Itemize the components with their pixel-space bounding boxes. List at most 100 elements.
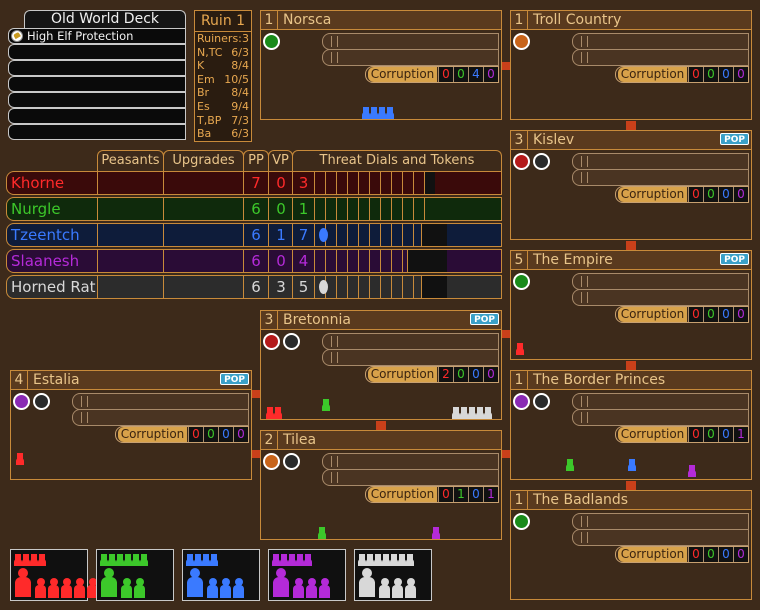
region-troll-country[interactable]: 1 Troll Country Corruption 0 0 0 0	[510, 10, 752, 120]
khorne-cultist-figure[interactable]	[266, 407, 274, 419]
card-slot[interactable]	[322, 453, 499, 470]
region-bretonnia[interactable]: 3 Bretonnia POP Corruption 2 0 0 0	[260, 310, 502, 420]
nurgle-cultist-figure[interactable]	[322, 399, 330, 411]
card-slot[interactable]	[72, 393, 249, 410]
reserve-warrior[interactable]	[134, 578, 145, 598]
reserve-cultist[interactable]	[124, 554, 132, 566]
nurgle-cultist-figure[interactable]	[318, 527, 326, 539]
player-row-tzeentch[interactable]: Tzeentch 6 1 7	[6, 223, 502, 247]
card-slot[interactable]	[572, 513, 749, 530]
deck-card[interactable]	[8, 124, 186, 140]
reserve-warrior[interactable]	[233, 578, 244, 598]
slaanesh-reserve-pool[interactable]	[268, 549, 346, 601]
region-token-icon[interactable]	[263, 453, 280, 470]
reserve-warrior[interactable]	[405, 578, 416, 598]
region-token-icon[interactable]	[513, 273, 530, 290]
card-slot[interactable]	[572, 49, 749, 66]
card-slot[interactable]	[572, 289, 749, 306]
region-token-icon[interactable]	[283, 453, 300, 470]
reserve-greater-demon[interactable]	[273, 568, 289, 598]
khorne-cultist-figure[interactable]	[16, 453, 24, 465]
slaanesh-cultist-figure[interactable]	[432, 527, 440, 539]
reserve-warrior[interactable]	[392, 578, 403, 598]
region-token-icon[interactable]	[263, 33, 280, 50]
tzeentch-cultist-figure[interactable]	[362, 107, 370, 119]
reserve-warrior[interactable]	[379, 578, 390, 598]
reserve-cultist[interactable]	[390, 554, 398, 566]
tzeentch-cultist-figure[interactable]	[628, 459, 636, 471]
khorne-cultist-figure[interactable]	[516, 343, 524, 355]
threat-token[interactable]	[319, 280, 328, 294]
region-token-icon[interactable]	[263, 333, 280, 350]
region-norsca[interactable]: 1 Norsca Corruption 0 0 4 0	[260, 10, 502, 120]
card-slot[interactable]	[572, 409, 749, 426]
reserve-cultist[interactable]	[100, 554, 108, 566]
region-token-icon[interactable]	[283, 333, 300, 350]
reserve-warrior[interactable]	[61, 578, 72, 598]
reserve-warrior[interactable]	[207, 578, 218, 598]
horned-rat-cultist-figure[interactable]	[468, 407, 476, 419]
card-slot[interactable]	[572, 153, 749, 170]
khorne-cultist-figure[interactable]	[274, 407, 282, 419]
card-slot[interactable]	[322, 33, 499, 50]
card-slot[interactable]	[572, 169, 749, 186]
reserve-cultist[interactable]	[194, 554, 202, 566]
card-slot[interactable]	[322, 349, 499, 366]
reserve-warrior[interactable]	[306, 578, 317, 598]
reserve-greater-demon[interactable]	[15, 568, 31, 598]
reserve-cultist[interactable]	[202, 554, 210, 566]
region-the-border-princes[interactable]: 1 The Border Princes Corruption 0 0 0 1	[510, 370, 752, 480]
player-row-khorne[interactable]: Khorne 7 0 3	[6, 171, 502, 195]
player-row-nurgle[interactable]: Nurgle 6 0 1	[6, 197, 502, 221]
reserve-cultist[interactable]	[14, 554, 22, 566]
reserve-cultist[interactable]	[140, 554, 148, 566]
deck-card[interactable]	[8, 92, 186, 108]
reserve-cultist[interactable]	[374, 554, 382, 566]
region-kislev[interactable]: 3 Kislev POP Corruption 0 0 0 0	[510, 130, 752, 240]
reserve-cultist[interactable]	[398, 554, 406, 566]
card-slot[interactable]	[572, 33, 749, 50]
reserve-cultist[interactable]	[186, 554, 194, 566]
horned-rat-cultist-figure[interactable]	[476, 407, 484, 419]
card-slot[interactable]	[72, 409, 249, 426]
reserve-cultist[interactable]	[304, 554, 312, 566]
nurgle-reserve-pool[interactable]	[96, 549, 174, 601]
player-row-slaanesh[interactable]: Slaanesh 6 0 4	[6, 249, 502, 273]
deck-card[interactable]	[8, 44, 186, 60]
reserve-cultist[interactable]	[108, 554, 116, 566]
reserve-cultist[interactable]	[132, 554, 140, 566]
reserve-warrior[interactable]	[220, 578, 231, 598]
tzeentch-cultist-figure[interactable]	[386, 107, 394, 119]
reserve-cultist[interactable]	[280, 554, 288, 566]
region-token-icon[interactable]	[513, 153, 530, 170]
horned-rat-cultist-figure[interactable]	[460, 407, 468, 419]
reserve-cultist[interactable]	[272, 554, 280, 566]
tzeentch-cultist-figure[interactable]	[370, 107, 378, 119]
reserve-cultist[interactable]	[38, 554, 46, 566]
region-token-icon[interactable]	[513, 33, 530, 50]
region-token-icon[interactable]	[33, 393, 50, 410]
slaanesh-cultist-figure[interactable]	[688, 465, 696, 477]
card-slot[interactable]	[322, 469, 499, 486]
reserve-warrior[interactable]	[121, 578, 132, 598]
deck-card[interactable]: High Elf Protection	[8, 28, 186, 44]
region-token-icon[interactable]	[533, 153, 550, 170]
card-slot[interactable]	[322, 333, 499, 350]
reserve-warrior[interactable]	[319, 578, 330, 598]
region-the-badlands[interactable]: 1 The Badlands Corruption 0 0 0 0	[510, 490, 752, 600]
khorne-reserve-pool[interactable]	[10, 549, 98, 601]
tzeentch-cultist-figure[interactable]	[378, 107, 386, 119]
card-slot[interactable]	[572, 273, 749, 290]
reserve-cultist[interactable]	[30, 554, 38, 566]
horned-rat-cultist-figure[interactable]	[452, 407, 460, 419]
card-slot[interactable]	[572, 529, 749, 546]
card-slot[interactable]	[572, 393, 749, 410]
reserve-warrior[interactable]	[293, 578, 304, 598]
reserve-warrior[interactable]	[35, 578, 46, 598]
reserve-warrior[interactable]	[48, 578, 59, 598]
reserve-cultist[interactable]	[358, 554, 366, 566]
reserve-cultist[interactable]	[288, 554, 296, 566]
player-row-horned-rat[interactable]: Horned Rat 6 3 5	[6, 275, 502, 299]
region-token-icon[interactable]	[513, 513, 530, 530]
horned-rat-reserve-pool[interactable]	[354, 549, 432, 601]
